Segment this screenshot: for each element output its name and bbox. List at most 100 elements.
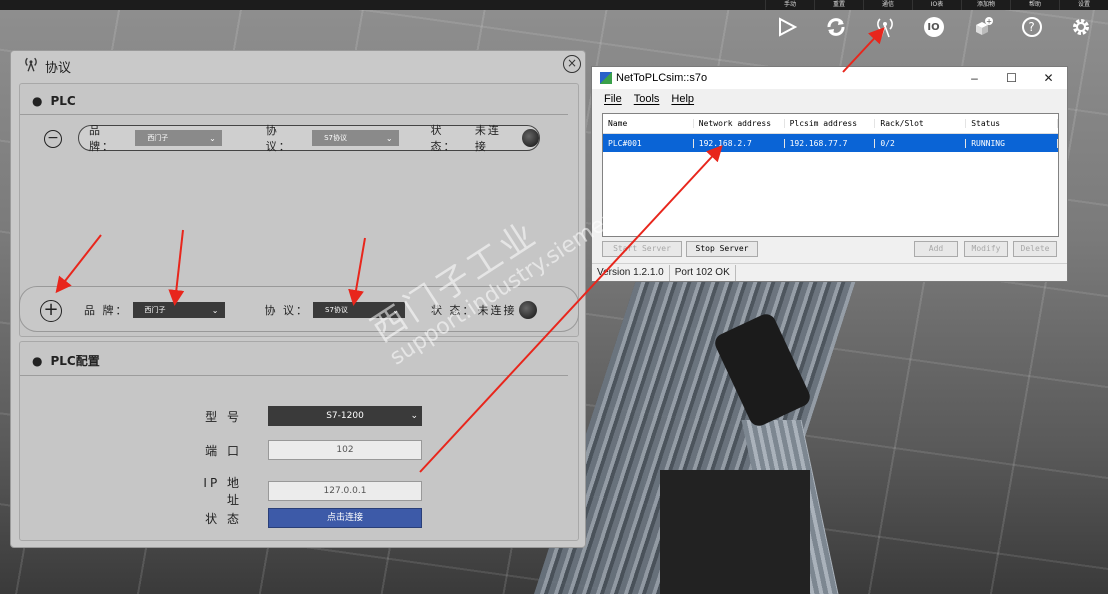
protocol-select[interactable]: S7协议 ⌄ bbox=[313, 302, 405, 318]
ip-row: IP 地 址 127.0.0.1 bbox=[200, 474, 422, 508]
port-status: Port 102 OK bbox=[670, 264, 736, 281]
cell-name: PLC#001 bbox=[603, 138, 694, 148]
window-titlebar: NetToPLCsim::s7o – ☐ ✕ bbox=[592, 67, 1067, 89]
play-icon[interactable] bbox=[769, 13, 804, 41]
col-rack-slot[interactable]: Rack/Slot bbox=[875, 119, 967, 128]
model-label: 型 号 bbox=[205, 409, 242, 424]
col-network-address[interactable]: Network address bbox=[694, 119, 785, 128]
col-name[interactable]: Name bbox=[603, 119, 694, 128]
cell-network-address: 192.168.2.7 bbox=[694, 138, 785, 148]
start-server-button[interactable]: Start Server bbox=[602, 241, 682, 257]
brand-label: 品 牌： bbox=[89, 124, 115, 153]
top-bar: 手动 重置 通信 IO表 添加物 帮助 设置 bbox=[0, 0, 1108, 10]
version-status: Version 1.2.1.0 bbox=[592, 264, 670, 281]
machine-base bbox=[660, 470, 810, 594]
menu-help[interactable]: Help bbox=[671, 93, 694, 105]
brand-select[interactable]: 西门子 ⌄ bbox=[132, 302, 225, 318]
add-button[interactable]: Add bbox=[914, 241, 958, 257]
add-object-icon[interactable]: + bbox=[965, 13, 1000, 41]
status-value: 未连接 bbox=[477, 304, 517, 317]
menu-manual[interactable]: 手动 bbox=[765, 0, 814, 10]
plc-section-title: PLC bbox=[50, 94, 76, 108]
protocol-label: 协 议： bbox=[264, 304, 309, 317]
chevron-down-icon: ⌄ bbox=[385, 133, 393, 143]
connect-button[interactable]: 点击连接 bbox=[268, 508, 422, 528]
gear-icon[interactable] bbox=[1063, 13, 1098, 41]
brand-select[interactable]: 西门子 ⌄ bbox=[135, 130, 222, 146]
menu-comm[interactable]: 通信 bbox=[863, 0, 912, 10]
panel-title: 协议 bbox=[45, 60, 72, 76]
cell-status: RUNNING bbox=[966, 138, 1058, 148]
window-controls: – ☐ ✕ bbox=[956, 71, 1067, 85]
top-menu: 手动 重置 通信 IO表 添加物 帮助 设置 bbox=[765, 0, 1108, 10]
cell-rack-slot: 0/2 bbox=[875, 138, 967, 148]
section-title: ● PLC bbox=[20, 84, 568, 115]
stop-server-button[interactable]: Stop Server bbox=[686, 241, 758, 257]
protocol-label: 协 议： bbox=[265, 124, 292, 153]
antenna-icon bbox=[23, 56, 39, 76]
window-title: NetToPLCsim::s7o bbox=[616, 72, 708, 84]
col-plcsim-address[interactable]: Plcsim address bbox=[785, 119, 876, 128]
model-value: S7-1200 bbox=[326, 411, 364, 421]
plc-config-section: ● PLC配置 型 号 S7-1200 ⌄ 端 口 102 IP 地 址 127.… bbox=[19, 341, 579, 541]
section-title: ● PLC配置 bbox=[20, 342, 568, 376]
close-icon[interactable]: ✕ bbox=[1030, 71, 1067, 85]
protocol-panel: 协议 × ● PLC − 品 牌： 西门子 ⌄ 协 议： S7协议 ⌄ 状 态： … bbox=[10, 50, 586, 548]
toolbar: IO + ? bbox=[769, 13, 1098, 41]
menu-settings[interactable]: 设置 bbox=[1059, 0, 1108, 10]
config-section-title: PLC配置 bbox=[50, 354, 100, 368]
menu-tools[interactable]: Tools bbox=[634, 93, 660, 105]
minimize-icon[interactable]: – bbox=[956, 71, 993, 85]
remove-plc-button[interactable]: − bbox=[44, 130, 62, 148]
brand-label: 品 牌： bbox=[84, 304, 129, 317]
menu-help[interactable]: 帮助 bbox=[1010, 0, 1059, 10]
protocol-select[interactable]: S7协议 ⌄ bbox=[312, 130, 399, 146]
menu-reset[interactable]: 重置 bbox=[814, 0, 863, 10]
menu-io-table[interactable]: IO表 bbox=[912, 0, 961, 10]
refresh-icon[interactable] bbox=[818, 13, 853, 41]
plc-row-1: 品 牌： 西门子 ⌄ 协 议： S7协议 ⌄ 状 态： 未连接 bbox=[78, 124, 540, 153]
maximize-icon[interactable]: ☐ bbox=[993, 71, 1030, 85]
protocol-value: S7协议 bbox=[325, 306, 348, 314]
panel-header: 协议 bbox=[11, 51, 585, 81]
server-list: Name Network address Plcsim address Rack… bbox=[602, 113, 1059, 237]
state-row: 状 态 点击连接 bbox=[200, 508, 422, 528]
status-value: 未连接 bbox=[474, 124, 501, 153]
modify-button[interactable]: Modify bbox=[964, 241, 1008, 257]
model-select[interactable]: S7-1200 ⌄ bbox=[268, 406, 422, 426]
nettoplcsim-window: NetToPLCsim::s7o – ☐ ✕ File Tools Help N… bbox=[591, 66, 1068, 282]
list-header: Name Network address Plcsim address Rack… bbox=[603, 114, 1058, 134]
close-button[interactable]: × bbox=[563, 55, 581, 73]
cell-plcsim-address: 192.168.77.7 bbox=[785, 138, 876, 148]
io-icon-label: IO bbox=[923, 17, 944, 37]
io-icon[interactable]: IO bbox=[916, 13, 951, 41]
port-field[interactable]: 102 bbox=[268, 440, 422, 460]
brand-value: 西门子 bbox=[144, 306, 166, 314]
add-plc-area: + 品 牌： 西门子 ⌄ 协 议： S7协议 ⌄ 状 态： 未连接 bbox=[19, 286, 579, 332]
chevron-down-icon: ⌄ bbox=[209, 133, 216, 143]
menu-file[interactable]: File bbox=[604, 93, 622, 105]
menu-add-object[interactable]: 添加物 bbox=[961, 0, 1010, 10]
state-label: 状 态 bbox=[205, 511, 242, 526]
plc-row-2: 品 牌： 西门子 ⌄ 协 议： S7协议 ⌄ 状 态： 未连接 bbox=[74, 297, 540, 323]
status-indicator bbox=[518, 301, 537, 319]
brand-value: 西门子 bbox=[147, 134, 169, 142]
help-icon-label: ? bbox=[1021, 17, 1042, 37]
chevron-down-icon: ⌄ bbox=[392, 305, 399, 315]
ip-field[interactable]: 127.0.0.1 bbox=[268, 481, 422, 501]
antenna-icon[interactable] bbox=[867, 13, 902, 41]
delete-button[interactable]: Delete bbox=[1013, 241, 1057, 257]
status-indicator bbox=[521, 129, 540, 147]
port-row: 端 口 102 bbox=[200, 440, 422, 460]
help-icon[interactable]: ? bbox=[1014, 13, 1049, 41]
add-plc-button[interactable]: + bbox=[40, 300, 62, 322]
table-row[interactable]: PLC#001 192.168.2.7 192.168.77.7 0/2 RUN… bbox=[603, 134, 1058, 152]
app-icon bbox=[600, 72, 612, 84]
chevron-down-icon: ⌄ bbox=[410, 411, 418, 421]
ip-label: IP 地 址 bbox=[203, 476, 242, 507]
svg-text:+: + bbox=[986, 18, 992, 26]
status-bar: Version 1.2.1.0 Port 102 OK bbox=[592, 263, 1067, 281]
port-label: 端 口 bbox=[205, 443, 242, 458]
model-row: 型 号 S7-1200 ⌄ bbox=[200, 406, 422, 426]
col-status[interactable]: Status bbox=[966, 119, 1058, 128]
